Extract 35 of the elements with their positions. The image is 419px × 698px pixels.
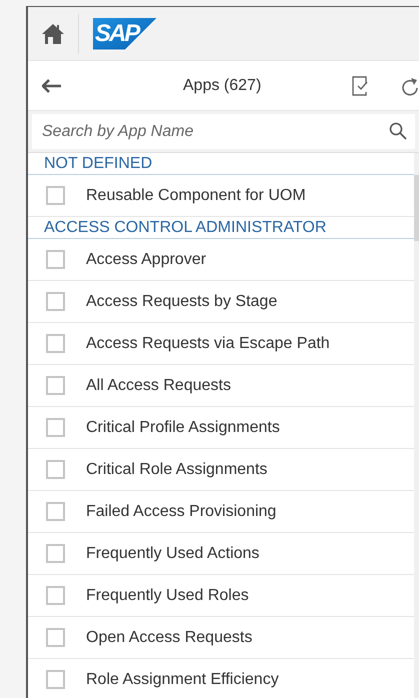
checkbox[interactable] — [46, 334, 65, 353]
checkbox[interactable] — [46, 502, 65, 521]
checkbox[interactable] — [46, 186, 65, 205]
app-list-item[interactable]: Frequently Used Roles — [28, 575, 414, 617]
checkbox[interactable] — [46, 670, 65, 689]
group-header: ACCESS CONTROL ADMINISTRATOR — [44, 220, 326, 236]
checkbox[interactable] — [46, 376, 65, 395]
app-list-item[interactable]: Open Access Requests — [28, 617, 414, 659]
checkbox[interactable] — [46, 544, 65, 563]
app-list-item[interactable]: Access Approver — [28, 239, 414, 281]
checkbox[interactable] — [46, 292, 65, 311]
app-list-item[interactable]: All Access Requests — [28, 365, 414, 407]
back-arrow-icon[interactable] — [42, 78, 62, 92]
checkbox[interactable] — [46, 628, 65, 647]
refresh-icon[interactable] — [402, 76, 419, 96]
app-list-item[interactable]: Critical Role Assignments — [28, 449, 414, 491]
home-icon[interactable] — [41, 22, 65, 44]
logo[interactable]: SAP — [93, 18, 157, 50]
checkbox[interactable] — [46, 418, 65, 437]
app-list-item[interactable]: Access Requests via Escape Path — [28, 323, 414, 365]
app-list-item[interactable]: Role Assignment Efficiency — [28, 659, 414, 698]
checkbox[interactable] — [46, 586, 65, 605]
app-list-item[interactable]: Access Requests by Stage — [28, 281, 414, 323]
checklist-icon[interactable] — [352, 76, 369, 96]
checkbox[interactable] — [46, 250, 65, 269]
app-list-item[interactable]: Failed Access Provisioning — [28, 491, 414, 533]
app-list-item[interactable]: Critical Profile Assignments — [28, 407, 414, 449]
search-field[interactable]: Search by App Name — [32, 114, 415, 149]
app-list-item[interactable]: Reusable Component for UOM — [28, 175, 414, 217]
search-icon[interactable] — [389, 122, 407, 140]
checkbox[interactable] — [46, 460, 65, 479]
group-header: NOT DEFINED — [44, 156, 152, 172]
scrollbar[interactable] — [414, 153, 419, 698]
toolbar-title: Apps (627) — [183, 76, 262, 96]
app-list-item[interactable]: Frequently Used Actions — [28, 533, 414, 575]
